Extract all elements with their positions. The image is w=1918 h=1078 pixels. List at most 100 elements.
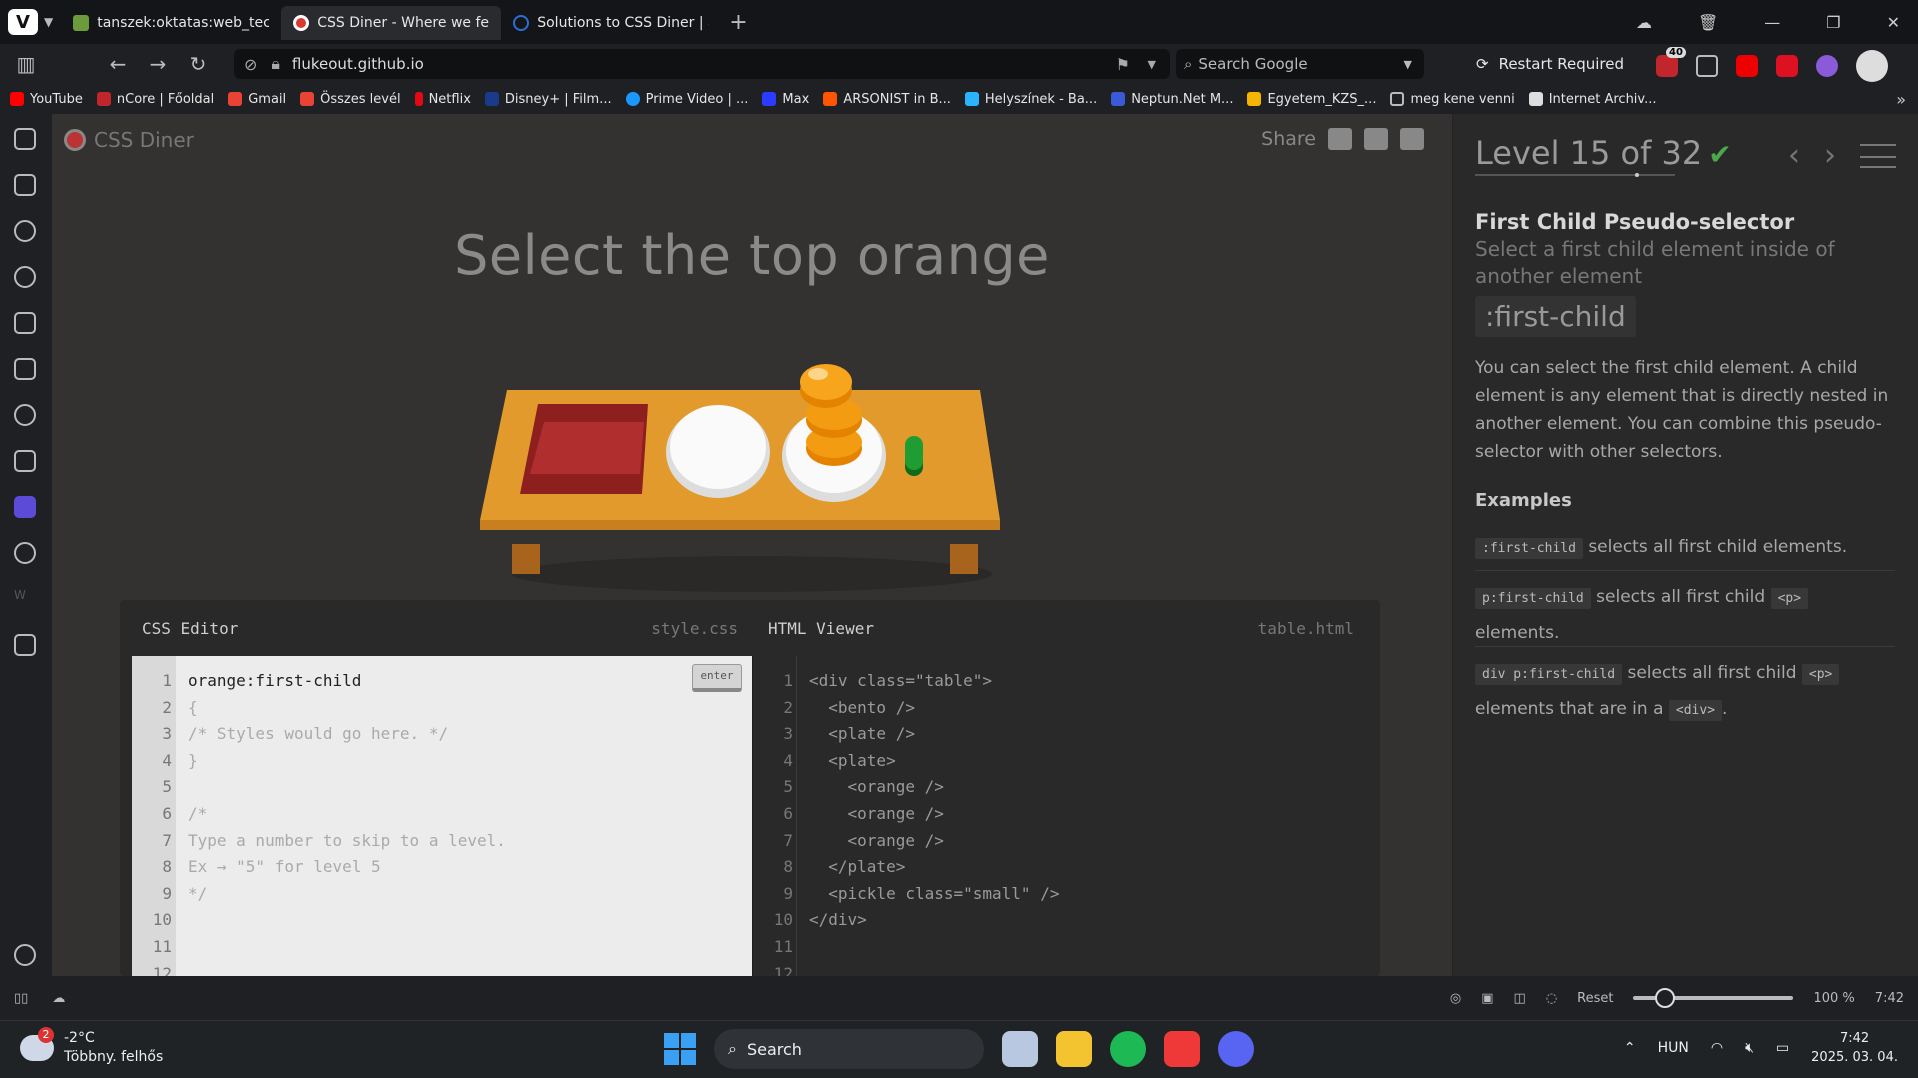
panel-toggle-icon[interactable]: ▥ <box>6 52 46 76</box>
bookmark-neptun[interactable]: Neptun.Net M... <box>1111 92 1233 107</box>
bookmark-helyszinek[interactable]: Helyszínek - Ba... <box>964 92 1097 107</box>
bookmark-gmail[interactable]: Gmail <box>228 92 286 107</box>
mastodon-icon[interactable] <box>14 496 36 518</box>
level-menu-icon[interactable] <box>1860 144 1896 168</box>
level-nav: ‹ › <box>1788 138 1896 173</box>
pickle[interactable] <box>905 436 923 476</box>
image-toggle-icon[interactable]: ◌ <box>1546 991 1557 1006</box>
reader-icon[interactable] <box>1696 55 1718 77</box>
cloud-icon[interactable]: ☁ <box>52 991 65 1006</box>
bookmark-youtube[interactable]: YouTube <box>10 92 83 107</box>
example-text: elements. <box>1475 623 1560 643</box>
selector-title: First Child Pseudo-selector <box>1475 210 1795 234</box>
bookmark-folder-meg-kene-venni[interactable]: meg kene venni <box>1390 92 1515 107</box>
vivaldi-menu-icon[interactable]: V <box>8 9 38 35</box>
vivaldi-app-icon[interactable] <box>1164 1031 1200 1067</box>
weather-widget[interactable]: 2 -2°C Többny. felhős <box>20 1027 163 1067</box>
previous-level-button[interactable]: ‹ <box>1788 138 1800 173</box>
bento[interactable] <box>520 404 648 494</box>
bookmark-osszes-level[interactable]: Összes levél <box>300 92 401 107</box>
enter-button[interactable]: enter <box>692 664 742 692</box>
bookmark-max[interactable]: Max <box>762 92 809 107</box>
page-actions-icon[interactable]: ◫ <box>1514 991 1526 1006</box>
bookmark-netflix[interactable]: Netflix <box>414 92 471 107</box>
tracker-block-icon[interactable]: ⊘ <box>244 55 257 74</box>
chevron-down-icon[interactable]: ▼ <box>44 15 53 29</box>
capture-icon[interactable]: ◎ <box>1450 991 1461 1006</box>
minimize-button[interactable]: — <box>1764 13 1780 32</box>
ext-icon[interactable] <box>1776 55 1798 77</box>
close-window-button[interactable]: ✕ <box>1887 13 1900 32</box>
logo-icon <box>64 129 86 151</box>
wifi-icon[interactable]: ◠ <box>1711 1040 1723 1056</box>
more-bookmarks-icon[interactable]: » <box>1896 90 1906 109</box>
orange-top[interactable] <box>800 364 852 408</box>
css-input[interactable]: orange:first-child {/* Styles would go he… <box>188 668 506 961</box>
zoom-reset-button[interactable]: Reset <box>1577 991 1613 1006</box>
bookmark-disney[interactable]: Disney+ | Film... <box>484 92 612 107</box>
language-indicator[interactable]: HUN <box>1658 1040 1689 1056</box>
compass-icon[interactable] <box>1816 55 1838 77</box>
youtube-ext-icon[interactable] <box>1736 55 1758 77</box>
notes-icon[interactable] <box>14 312 36 334</box>
maximize-button[interactable]: ❐ <box>1826 13 1840 32</box>
url-field[interactable]: ⊘ 🔒︎ flukeout.github.io ⚑ ▼ <box>234 49 1170 79</box>
file-explorer-icon[interactable] <box>1056 1031 1092 1067</box>
translate-icon[interactable] <box>14 358 36 380</box>
reload-button[interactable]: ↻ <box>178 52 218 76</box>
reading-list-icon[interactable] <box>14 174 36 196</box>
bookmark-icon[interactable]: ⚑ <box>1116 55 1130 74</box>
sync-icon[interactable] <box>14 450 36 472</box>
search-field[interactable]: ⌕ Search Google ▼ <box>1176 49 1424 79</box>
add-panel-icon[interactable] <box>14 634 36 656</box>
bookmark-egyetem[interactable]: Egyetem_KZS_... <box>1247 92 1376 107</box>
start-button[interactable] <box>664 1033 696 1065</box>
avatar[interactable] <box>1856 50 1888 82</box>
zoom-slider[interactable] <box>1633 988 1794 1008</box>
bookmark-ncore[interactable]: nCore | Főoldal <box>96 92 214 107</box>
chevron-down-icon[interactable]: ▼ <box>1404 58 1412 71</box>
zoom-slider-handle[interactable] <box>1655 988 1676 1008</box>
cloud-sync-icon[interactable]: ☁ <box>1636 13 1652 32</box>
system-clock[interactable]: 7:42 2025. 03. 04. <box>1811 1029 1898 1067</box>
discord-icon[interactable] <box>1218 1031 1254 1067</box>
bookmark-internet-archive[interactable]: Internet Archiv... <box>1528 92 1657 107</box>
chevron-up-icon[interactable]: ⌃ <box>1624 1040 1636 1056</box>
bookmarks-panel-icon[interactable] <box>14 128 36 150</box>
ublock-icon[interactable]: 40 <box>1656 47 1686 77</box>
bookmark-prime-video[interactable]: Prime Video | ... <box>625 92 748 107</box>
chevron-down-icon[interactable]: ▼ <box>1148 58 1156 71</box>
wikipedia-icon[interactable]: W <box>14 588 36 610</box>
tiling-icon[interactable]: ▣ <box>1481 991 1493 1006</box>
facebook-icon[interactable] <box>1364 128 1388 150</box>
next-level-button[interactable]: › <box>1824 138 1836 173</box>
downloads-icon[interactable] <box>14 220 36 242</box>
level-indicator[interactable]: Level 15 of 32 ✔ <box>1475 134 1732 172</box>
spotify-icon[interactable] <box>1110 1031 1146 1067</box>
trash-icon[interactable]: 🗑 <box>1698 13 1718 32</box>
back-button[interactable]: ← <box>98 52 138 76</box>
site-logo[interactable]: CSS Diner <box>64 128 194 152</box>
volume-mute-icon[interactable]: 🔇︎ <box>1745 1040 1754 1056</box>
settings-gear-icon[interactable] <box>14 944 36 966</box>
photos-app-icon[interactable] <box>1002 1031 1038 1067</box>
css-line <box>188 934 506 961</box>
css-editor[interactable]: 1 2 3 4 5 6 7 8 9 10 11 12 orange:first-child{/* St… <box>132 656 752 976</box>
tab-tanszek[interactable]: tanszek:oktatas:web_techno <box>61 6 281 40</box>
lock-icon[interactable]: 🔒︎ <box>271 54 280 74</box>
new-tab-button[interactable]: + <box>729 10 747 35</box>
tab-css-diner[interactable]: CSS Diner - Where we feast <box>281 6 502 40</box>
bookmark-arsonist[interactable]: ARSONIST in B... <box>823 92 951 107</box>
globe-icon[interactable] <box>14 542 36 564</box>
email-icon[interactable] <box>1328 128 1352 150</box>
window-panel-icon[interactable] <box>14 404 36 426</box>
restart-required-button[interactable]: ⟳ Restart Required <box>1476 44 1624 84</box>
panel-toggle-icon[interactable]: ▯▯ <box>14 991 28 1006</box>
forward-button[interactable]: → <box>138 52 178 76</box>
twitter-icon[interactable] <box>1400 128 1424 150</box>
tab-solutions[interactable]: Solutions to CSS Diner | anc <box>501 6 721 40</box>
examples-heading: Examples <box>1475 490 1572 511</box>
taskbar-search[interactable]: ⌕ Search <box>714 1029 984 1069</box>
battery-icon[interactable]: ▭ <box>1776 1040 1789 1056</box>
history-icon[interactable] <box>14 266 36 288</box>
